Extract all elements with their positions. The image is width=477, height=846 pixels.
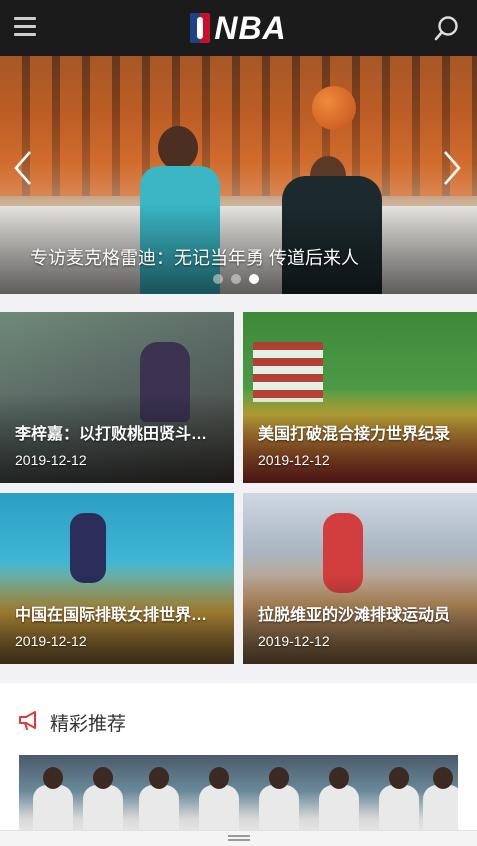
drag-handle[interactable] — [0, 830, 477, 846]
recommend-title: 精彩推荐 — [50, 714, 127, 735]
top-bar: NBA — [0, 0, 477, 56]
news-card-date: 2019-12-12 — [15, 633, 87, 649]
carousel-dot-3[interactable] — [249, 274, 259, 284]
search-icon[interactable] — [433, 15, 461, 43]
hero-title[interactable]: 专访麦克格雷迪：无记当年勇 传道后来人 — [30, 244, 359, 270]
basketball-image — [312, 86, 356, 130]
nba-logo-mark — [190, 13, 211, 43]
carousel-next-arrow-icon[interactable] — [439, 148, 465, 188]
news-card-title: 拉脱维亚的沙滩排球运动员 — [258, 607, 451, 624]
carousel-prev-arrow-icon[interactable] — [10, 148, 36, 188]
carousel-dot-2[interactable] — [231, 274, 241, 284]
news-card-title: 中国在国际排联女排世界俱乐部 — [15, 607, 220, 624]
news-card-title: 李梓嘉：以打败桃田贤斗为目标 — [15, 426, 220, 443]
news-card-date: 2019-12-12 — [258, 452, 330, 468]
news-card[interactable]: 中国在国际排联女排世界俱乐部 2019-12-12 — [0, 493, 234, 664]
nba-logo[interactable]: NBA — [190, 12, 286, 44]
news-card-date: 2019-12-12 — [258, 633, 330, 649]
megaphone-icon — [18, 710, 40, 735]
news-card[interactable]: 美国打破混合接力世界纪录 2019-12-12 — [243, 312, 477, 483]
news-card-title: 美国打破混合接力世界纪录 — [258, 426, 451, 443]
logo-text: NBA — [214, 10, 287, 46]
recommend-header: 精彩推荐 — [18, 709, 126, 736]
news-card[interactable]: 拉脱维亚的沙滩排球运动员 2019-12-12 — [243, 493, 477, 664]
recommend-section: 精彩推荐 — [0, 683, 477, 846]
page: NBA 专访麦克格雷迪：无记当年勇 传道后来人 李梓嘉：以打败桃田贤斗为目标 2… — [0, 0, 477, 846]
news-card-date: 2019-12-12 — [15, 452, 87, 468]
news-card[interactable]: 李梓嘉：以打败桃田贤斗为目标 2019-12-12 — [0, 312, 234, 483]
hamburger-menu-icon[interactable] — [14, 17, 36, 37]
carousel-dot-1[interactable] — [213, 274, 223, 284]
carousel-indicators — [213, 274, 259, 284]
hero-carousel[interactable]: 专访麦克格雷迪：无记当年勇 传道后来人 — [0, 56, 477, 294]
